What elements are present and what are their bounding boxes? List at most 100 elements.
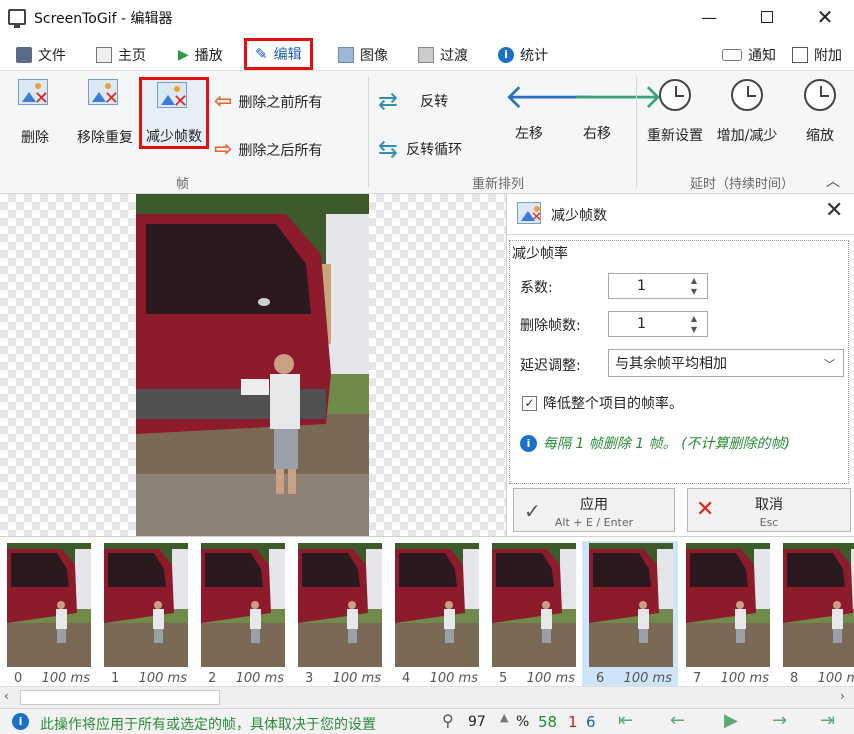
move-right-button[interactable]: 🡒 右移 — [572, 79, 663, 143]
frame-thumbnail[interactable]: 5 100 ms — [485, 541, 581, 687]
frame-index: 8 — [790, 671, 799, 686]
cancel-button[interactable]: ✕ 取消 Esc — [687, 488, 851, 532]
collapse-ribbon-icon[interactable]: ︿ — [826, 171, 840, 191]
panel-close-icon[interactable]: ✕ — [825, 198, 843, 223]
frame-thumbnail-image — [7, 543, 91, 667]
panel-title: 减少帧数 — [551, 208, 607, 224]
frame-thumbnail[interactable]: 6 100 ms — [582, 541, 678, 687]
reset-delay-button[interactable]: 重新设置 — [642, 79, 708, 145]
tab-home[interactable]: 主页 — [96, 42, 146, 68]
scroll-right-icon[interactable]: › — [840, 689, 845, 703]
info-text: 每隔 1 帧删除 1 帧。 (不计算删除的帧) — [543, 436, 790, 452]
tab-image[interactable]: 图像 — [338, 42, 388, 68]
maximize-icon — [761, 11, 773, 23]
extras-button[interactable]: 附加 — [792, 42, 842, 68]
remove-duplicates-label: 移除重复 — [77, 130, 133, 146]
tab-file[interactable]: 文件 — [16, 42, 66, 68]
reduce-framerate-checkbox[interactable]: ✓ 降低整个项目的帧率。 — [522, 393, 683, 413]
move-left-icon: 🡐 — [504, 77, 596, 117]
frame-thumbnail-image — [104, 543, 188, 667]
tab-label: 主页 — [118, 48, 146, 64]
scale-delay-button[interactable]: 缩放 — [796, 79, 844, 145]
spin-down-icon[interactable]: ▼ — [691, 287, 697, 296]
close-icon: ✕ — [816, 5, 834, 29]
zoom-value[interactable]: 97 — [468, 714, 486, 730]
scroll-left-icon[interactable]: ‹ — [4, 689, 9, 703]
delete-frame-button[interactable]: ✕ 删除 — [10, 79, 60, 147]
notification-button[interactable]: 通知 — [722, 42, 776, 68]
clock-plus-minus-icon — [731, 79, 763, 111]
delay-adjust-value: 与其余帧平均相加 — [615, 356, 727, 372]
horizontal-scrollbar[interactable]: ‹ › — [0, 686, 854, 708]
factor-label: 系数: — [520, 280, 553, 296]
delete-label: 删除 — [21, 130, 49, 146]
frame-thumbnail[interactable]: 7 100 ms — [679, 541, 775, 687]
zoom-stepper-icon[interactable]: ▲ — [500, 711, 508, 724]
frame-duration: 100 ms — [623, 671, 672, 686]
delay-group-label: 延时（持续时间） — [690, 177, 795, 192]
frame-index: 7 — [693, 671, 702, 686]
reverse-label: 反转 — [420, 94, 449, 110]
previous-frame-icon[interactable]: ← — [670, 710, 685, 731]
delay-adjust-dropdown[interactable]: 与其余帧平均相加 ﹀ — [608, 349, 844, 377]
tab-label: 文件 — [38, 48, 66, 64]
frame-strip: 0 100 ms 1 100 ms 2 100 ms 3 100 ms 4 100 ms 5 100 … — [0, 536, 854, 687]
play-frames-icon[interactable]: ▶ — [724, 710, 738, 731]
tab-play[interactable]: ▶ 播放 — [178, 42, 223, 68]
preview-photo — [136, 194, 369, 536]
spin-up-icon[interactable]: ▲ — [691, 314, 697, 323]
first-frame-icon[interactable]: ⇤ — [618, 710, 633, 731]
factor-stepper[interactable]: 1 ▲ ▼ — [608, 273, 708, 299]
delete-next-button[interactable]: ⇨ 删除之后所有 — [214, 137, 364, 162]
minimize-button[interactable]: — — [686, 0, 732, 34]
frame-thumbnail[interactable]: 4 100 ms — [388, 541, 484, 687]
play-icon: ▶ — [178, 47, 189, 63]
frame-thumbnail[interactable]: 3 100 ms — [291, 541, 387, 687]
spin-down-icon[interactable]: ▼ — [691, 325, 697, 334]
frame-thumbnail[interactable]: 0 100 ms — [0, 541, 96, 687]
frame-duration: 100 ms — [817, 671, 854, 686]
increase-decrease-label: 增加/减少 — [716, 128, 778, 144]
reduce-frames-button[interactable]: ✕ 减少帧数 — [139, 77, 209, 149]
reverse-button[interactable]: ⇄ 反转 — [378, 87, 478, 115]
reverse-loop-button[interactable]: ⇆ 反转循环 — [378, 135, 498, 163]
reorder-group-label: 重新排列 — [472, 177, 525, 192]
status-info-icon: i — [12, 713, 29, 730]
frame-preview-image — [136, 194, 369, 536]
scale-delay-label: 缩放 — [806, 128, 834, 144]
maximize-button[interactable] — [744, 0, 790, 34]
frame-thumbnail[interactable]: 1 100 ms — [97, 541, 193, 687]
reverse-loop-icon: ⇆ — [378, 135, 399, 163]
frame-index: 0 — [14, 671, 23, 686]
next-frame-icon[interactable]: → — [772, 710, 787, 731]
tab-label: 图像 — [360, 48, 388, 64]
reverse-loop-label: 反转循环 — [406, 142, 463, 158]
increase-decrease-button[interactable]: 增加/减少 — [710, 79, 784, 145]
remove-duplicates-button[interactable]: ✕ 移除重复 — [70, 79, 140, 147]
tab-edit[interactable]: ✎ 编辑 — [244, 38, 313, 70]
remove-count-stepper[interactable]: 1 ▲ ▼ — [608, 311, 708, 337]
scrollbar-thumb[interactable] — [20, 690, 220, 705]
ribbon-separator — [368, 77, 369, 187]
frame-duration: 100 ms — [429, 671, 478, 686]
close-button[interactable]: ✕ — [802, 0, 848, 34]
tab-label: 编辑 — [273, 47, 302, 63]
tab-label: 播放 — [194, 48, 223, 64]
image-delete-icon: ✕ — [18, 79, 49, 108]
spin-up-icon[interactable]: ▲ — [691, 276, 697, 285]
apply-button[interactable]: ✓ 应用 Alt + E / Enter — [513, 488, 675, 532]
arrow-left-icon: ⇦ — [214, 89, 233, 114]
frame-thumbnail[interactable]: 2 100 ms — [194, 541, 290, 687]
reset-delay-label: 重新设置 — [647, 128, 703, 144]
checkbox-label: 降低整个项目的帧率。 — [543, 396, 683, 412]
frame-duration: 100 ms — [526, 671, 575, 686]
tab-transition[interactable]: 过渡 — [418, 42, 468, 68]
delete-previous-label: 删除之前所有 — [238, 94, 323, 111]
window-title: ScreenToGif - 编辑器 — [34, 11, 173, 27]
section-title: 减少帧率 — [512, 246, 568, 262]
move-left-button[interactable]: 🡐 左移 — [504, 77, 596, 143]
tab-statistics[interactable]: i 统计 — [498, 42, 548, 68]
last-frame-icon[interactable]: ⇥ — [820, 710, 835, 731]
delete-previous-button[interactable]: ⇦ 删除之前所有 — [214, 89, 364, 114]
frame-thumbnail[interactable]: 8 100 ms — [776, 541, 854, 687]
